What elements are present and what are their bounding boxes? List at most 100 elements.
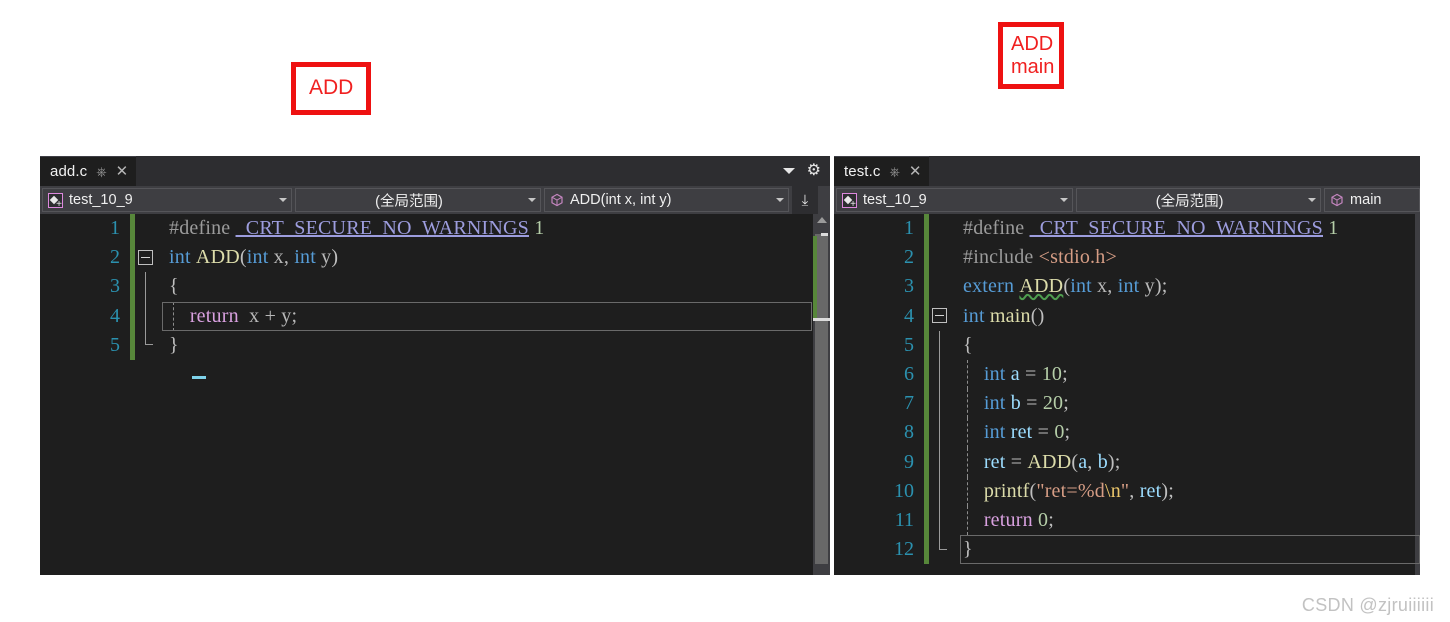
code-token: =	[1019, 363, 1042, 386]
scroll-up-icon[interactable]	[816, 217, 827, 223]
code-token: ret	[983, 450, 1006, 473]
glyph-margin	[929, 359, 955, 390]
scope-dropdown-label: (全局范围)	[1155, 193, 1224, 210]
project-dropdown-left[interactable]: test_10_9	[42, 188, 292, 212]
pin-icon[interactable]: ⎈	[889, 165, 899, 178]
tab-title: test.c	[844, 163, 881, 180]
gear-icon[interactable]: ⚙	[807, 163, 821, 179]
fold-guide	[939, 535, 947, 550]
glyph-margin	[929, 302, 955, 331]
code-token: ;	[1063, 392, 1069, 415]
collapse-region-icon[interactable]	[138, 249, 153, 265]
code-token: =	[1005, 450, 1028, 473]
glyph-margin	[135, 214, 161, 243]
close-icon[interactable]: ✕	[116, 164, 129, 179]
tab-test-c[interactable]: test.c ⎈ ✕	[834, 156, 930, 186]
code-editor-right[interactable]: 1 #define _CRT_SECURE_NO_WARNINGS 1 2 #incl…	[834, 214, 1420, 575]
code-token: ADD	[195, 246, 240, 269]
code-token: _CRT_SECURE_NO_WARNINGS	[235, 217, 529, 240]
line-number: 5	[110, 333, 120, 356]
navbar-right: test_10_9 (全局范围) main	[834, 186, 1420, 214]
code-row: 7 int b = 20;	[856, 389, 1420, 419]
pin-icon[interactable]: ⎈	[96, 165, 106, 178]
code-token: ,	[1087, 450, 1098, 473]
fold-guide	[939, 359, 940, 390]
code-text: #define _CRT_SECURE_NO_WARNINGS 1	[161, 214, 830, 243]
line-number: 10	[894, 479, 914, 502]
glyph-margin	[929, 243, 955, 272]
code-token: =	[1032, 421, 1055, 444]
code-token: x,	[268, 246, 295, 269]
code-text: {	[955, 331, 1420, 360]
glyph-margin	[929, 272, 955, 301]
glyph-margin	[929, 535, 955, 564]
scope-dropdown-left[interactable]: (全局范围)	[295, 188, 541, 212]
code-token: int	[294, 246, 316, 269]
code-text: int ADD(int x, int y)	[161, 243, 830, 272]
pane-edge	[1415, 214, 1420, 575]
code-token: 10	[1041, 363, 1063, 386]
code-token: );	[1154, 275, 1168, 298]
chevron-down-icon[interactable]	[782, 168, 795, 174]
code-row: 9 ret = ADD(a, b);	[856, 447, 1420, 477]
code-token: ;	[1062, 363, 1068, 386]
vertical-scrollbar-left[interactable]	[813, 214, 830, 575]
code-token: ADD	[1027, 450, 1072, 473]
tab-title: add.c	[50, 163, 88, 180]
code-token: int	[983, 421, 1006, 444]
code-token: int	[1070, 275, 1092, 298]
fold-guide	[939, 389, 940, 419]
code-token: );	[1161, 479, 1175, 502]
line-number: 8	[904, 421, 914, 444]
scope-dropdown-right[interactable]: (全局范围)	[1076, 188, 1322, 212]
fold-guide	[939, 418, 940, 448]
code-text: return 0;	[955, 505, 1420, 536]
code-token: #define	[963, 217, 1030, 240]
code-token: #define	[169, 217, 236, 240]
glyph-margin	[135, 301, 161, 331]
code-text: }	[161, 331, 830, 360]
annotation-callout-add: ADD	[291, 62, 371, 115]
collapse-region-icon[interactable]	[932, 308, 947, 324]
code-row: 2 #include <stdio.h>	[856, 243, 1420, 273]
tab-add-c[interactable]: add.c ⎈ ✕	[40, 156, 137, 186]
watermark: CSDN @zjruiiiiii	[1301, 595, 1434, 615]
code-row: 2 int ADD(int x, int y)	[62, 243, 830, 273]
code-token: extern	[963, 275, 1015, 298]
code-token: )	[331, 246, 339, 269]
code-text: int main()	[955, 302, 1420, 331]
fold-guide	[939, 330, 940, 360]
project-dropdown-label: test_10_9	[863, 192, 927, 208]
fold-guide	[145, 301, 146, 331]
line-number: 1	[904, 217, 914, 240]
code-token: ()	[1030, 304, 1045, 327]
code-token: =	[1020, 392, 1043, 415]
code-token: ret	[1010, 421, 1033, 444]
code-token: (	[1029, 479, 1037, 502]
annotation-line: ADD	[1011, 32, 1054, 55]
member-dropdown-label: main	[1350, 192, 1382, 208]
editor-pane-test-c: test.c ⎈ ✕ test_10_9 (全局范围) main 1 #defin…	[834, 156, 1420, 575]
chevron-down-icon	[279, 198, 287, 202]
split-view-button[interactable]: ⤓	[792, 186, 818, 214]
cube-icon	[1330, 193, 1344, 207]
member-dropdown-right[interactable]: main	[1324, 188, 1420, 212]
close-icon[interactable]: ✕	[909, 164, 922, 179]
code-token: x,	[1091, 275, 1118, 298]
line-number: 3	[904, 275, 914, 298]
code-token: );	[1107, 450, 1121, 473]
code-token: return	[983, 508, 1033, 531]
chevron-down-icon	[1308, 198, 1317, 202]
project-dropdown-right[interactable]: test_10_9	[836, 188, 1074, 212]
code-token: 0	[1037, 508, 1049, 531]
member-dropdown-left[interactable]: ADD(int x, int y)	[544, 188, 789, 212]
code-text: {	[161, 272, 830, 301]
code-lines-right: 1 #define _CRT_SECURE_NO_WARNINGS 1 2 #incl…	[856, 214, 1420, 575]
code-editor-left[interactable]: 1 #define _CRT_SECURE_NO_WARNINGS 1 2 in…	[40, 214, 830, 575]
glyph-margin	[929, 389, 955, 419]
code-token: {	[169, 275, 179, 298]
tabstrip-right-buttons: ⚙	[782, 156, 830, 186]
